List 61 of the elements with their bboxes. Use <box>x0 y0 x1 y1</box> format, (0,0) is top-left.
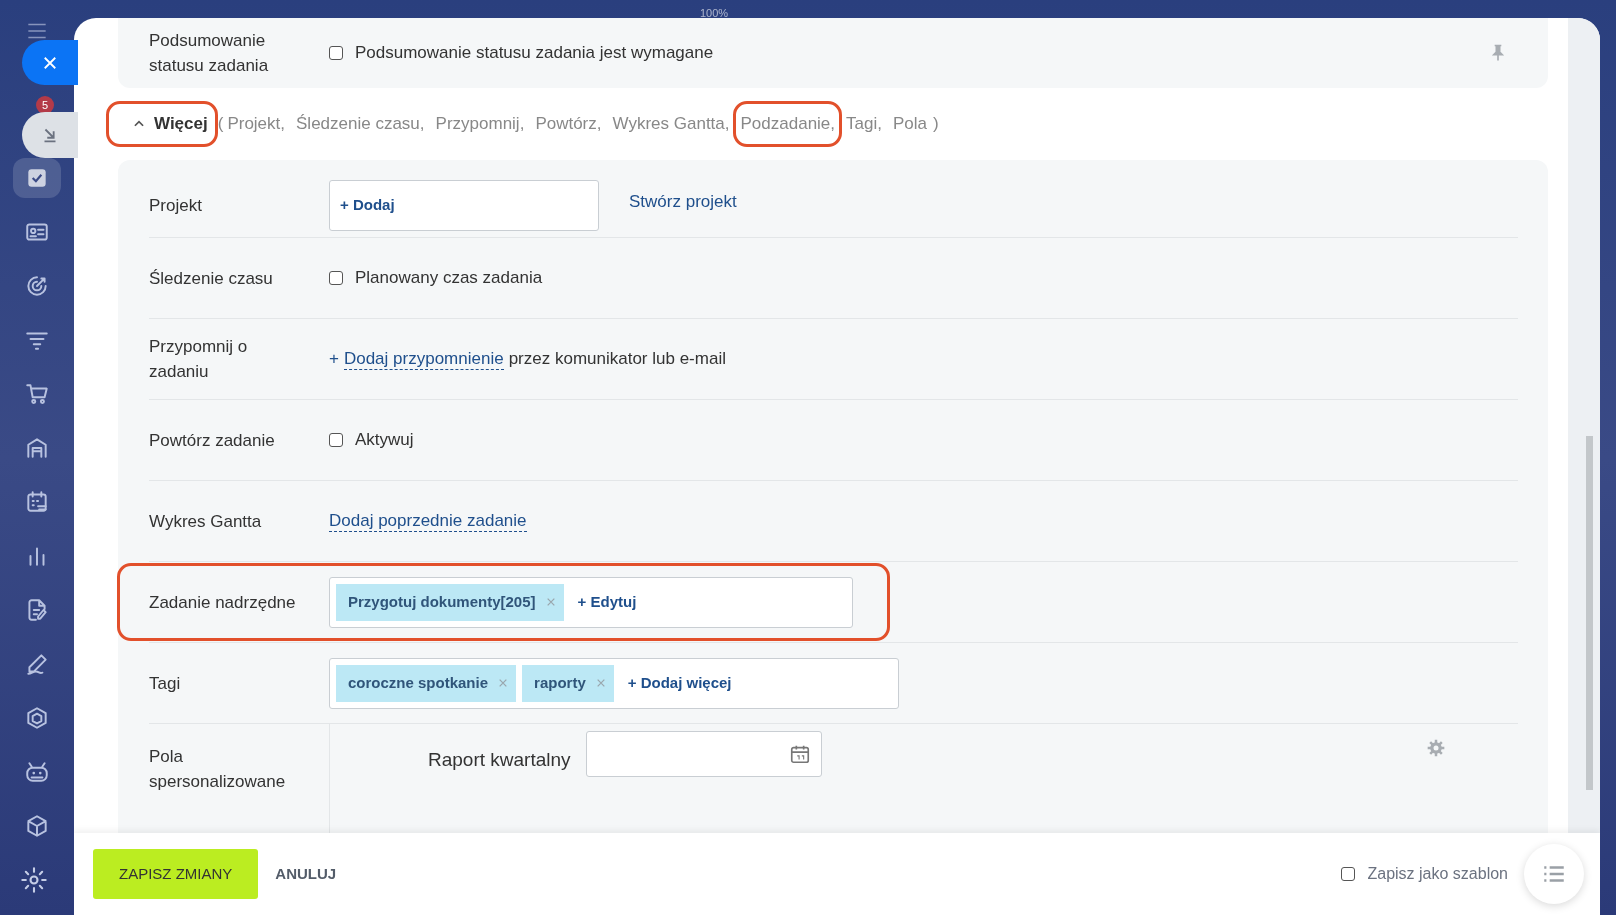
scrollbar[interactable] <box>1586 436 1593 790</box>
pencil-icon <box>24 651 50 677</box>
cart-icon <box>24 381 50 407</box>
notification-badge: 5 <box>36 96 54 114</box>
robot-icon <box>24 759 50 785</box>
zoom-level: 100% <box>700 6 729 21</box>
section-link[interactable]: Podzadanie, <box>740 114 836 134</box>
checkbox-label: Planowany czas zadania <box>355 267 543 290</box>
more-toggle[interactable]: Więcej <box>128 111 212 137</box>
tag-field[interactable]: coroczne spotkanie raporty + Dodaj więcej <box>329 657 899 709</box>
minimize-button[interactable] <box>22 112 78 158</box>
reminder-text: przez komunikator lub e-mail <box>508 348 726 371</box>
close-button[interactable] <box>22 40 78 85</box>
field-label: Powtórz zadanie <box>149 429 276 452</box>
section-link[interactable]: Wykres Gantta, <box>612 114 730 134</box>
field-label: Śledzenie czasu <box>149 267 274 290</box>
field-label: Podsumowanie statusu zadania <box>149 30 270 77</box>
add-reminder-link[interactable]: Dodaj przypomnienie <box>343 348 504 370</box>
checkbox[interactable] <box>329 433 343 447</box>
section-link[interactable]: Przypomnij, <box>435 114 525 134</box>
plus-sign: + <box>329 348 339 371</box>
add-tag-link[interactable]: + Dodaj więcej <box>627 671 732 695</box>
settings-icon[interactable] <box>20 866 48 894</box>
tag-label: raporty <box>534 672 586 693</box>
section-link[interactable]: Tagi, <box>846 114 882 134</box>
section-link[interactable]: Śledzenie czasu, <box>296 114 425 134</box>
hexagon-icon <box>24 705 50 731</box>
cancel-button[interactable]: ANULUJ <box>275 862 337 886</box>
checkbox-label: Podsumowanie statusu zadania jest wymagane <box>355 42 714 65</box>
field-label: Tagi <box>149 672 182 695</box>
checkbox[interactable] <box>1341 867 1356 881</box>
checkbox[interactable] <box>329 46 343 60</box>
project-selector[interactable]: + Dodaj <box>329 180 599 231</box>
create-project-link[interactable]: Stwórz projekt <box>629 188 737 215</box>
section-link[interactable]: Pola <box>892 114 927 134</box>
field-label: Wykres Gantta <box>149 510 263 533</box>
warehouse-icon <box>24 435 50 461</box>
parenthesis: ) <box>933 113 939 136</box>
add-tag-link[interactable]: + Edytuj <box>577 590 637 614</box>
sidebar-item[interactable] <box>13 158 61 198</box>
field-label: Projekt <box>149 195 203 217</box>
tag-field[interactable]: Przygotuj dokumenty[205] + Edytuj <box>329 576 853 628</box>
parenthesis: ( <box>217 113 224 136</box>
target-icon <box>24 273 50 299</box>
field-label: Zadanie nadrzędne <box>149 591 297 614</box>
checkbox[interactable] <box>329 271 343 285</box>
field-label: Pola spersonalizowane <box>149 746 287 793</box>
save-button[interactable]: ZAPISZ ZMIANY <box>93 849 259 899</box>
cube-icon <box>24 813 50 839</box>
checkbox-label: Zapisz jako szablon <box>1367 864 1508 884</box>
add-previous-task-link[interactable]: Dodaj poprzednie zadanie <box>329 510 527 532</box>
calendar-icon <box>789 743 811 765</box>
field-label: Raport kwartalny <box>428 748 572 772</box>
field-label: Przypomnij o zadaniu <box>149 336 249 383</box>
tag-label: coroczne spotkanie <box>348 672 489 693</box>
section-link[interactable]: Powtórz, <box>535 114 602 134</box>
date-field[interactable] <box>586 731 822 777</box>
tag-label: Przygotuj dokumenty[205] <box>348 591 536 612</box>
section-link[interactable]: Projekt, <box>227 114 286 134</box>
calendar-icon <box>24 489 50 515</box>
checkbox-label: Aktywuj <box>355 429 414 452</box>
